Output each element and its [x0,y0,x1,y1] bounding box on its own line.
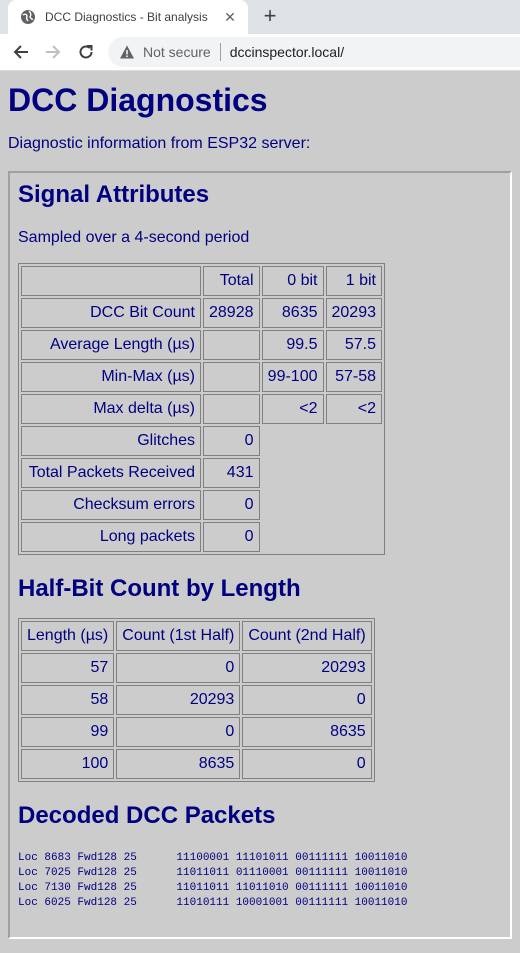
table-cell: 57.5 [325,330,382,360]
table-cell: 0 [203,426,260,456]
table-header: Length (µs) [21,621,115,651]
warning-icon[interactable] [119,44,135,60]
empty-cell [262,522,324,552]
table-cell [203,362,260,392]
table-row: Total Packets Received 431 [21,458,382,488]
page-title: DCC Diagnostics [8,82,268,118]
empty-cell [326,490,383,520]
row-label: Max delta (µs) [21,394,201,424]
row-label: Average Length (µs) [21,330,201,360]
table-cell: 57-58 [325,362,382,392]
url-text[interactable]: dccinspector.local/ [230,44,344,60]
halfbit-table: Length (µs) Count (1st Half) Count (2nd … [18,618,375,782]
table-header: Count (2nd Half) [242,621,372,651]
intro-text: Diagnostic information from ESP32 server… [8,135,311,152]
table-cell [203,394,260,424]
back-button[interactable] [11,42,31,62]
table-cell: 8635 [261,298,324,328]
browser-toolbar: Not secure dccinspector.local/ [0,34,520,71]
table-row: 57 0 20293 [21,653,372,683]
tab-title: DCC Diagnostics - Bit analysis [45,10,208,24]
empty-cell [326,426,383,456]
table-cell: 57 [21,653,115,683]
table-row: DCC Bit Count 28928 8635 20293 [21,298,382,328]
table-cell: 58 [21,685,115,715]
row-label: Min-Max (µs) [21,362,201,392]
table-header: Count (1st Half) [116,621,241,651]
back-arrow-icon [13,45,28,59]
packet-line: Loc 7025 Fwd128 25 11011011 01110001 001… [18,867,408,879]
table-row: Length (µs) Count (1st Half) Count (2nd … [21,621,372,651]
packet-line: Loc 8683 Fwd128 25 11100001 11101011 001… [18,852,408,864]
empty-cell [326,458,383,488]
table-row: 100 8635 0 [21,749,372,779]
table-cell: 8635 [116,749,241,779]
table-row: 58 20293 0 [21,685,372,715]
table-row: Average Length (µs) 99.5 57.5 [21,330,382,360]
packet-line: Loc 6025 Fwd128 25 11010111 10001001 001… [18,897,408,909]
table-cell: 0 [203,522,260,552]
packet-line: Loc 7130 Fwd128 25 11011011 11011010 001… [18,882,408,894]
signal-heading: Signal Attributes [18,181,210,208]
table-cell: 0 [242,685,372,715]
table-cell: 99 [21,717,115,747]
table-cell: 8635 [242,717,372,747]
table-cell: 20293 [116,685,241,715]
table-cell: 20293 [242,653,372,683]
packet-list: Loc 8683 Fwd128 25 11100001 11101011 001… [18,851,502,911]
table-cell: 0 [116,717,241,747]
table-row: 99 0 8635 [21,717,372,747]
table-row: Glitches 0 [21,426,382,456]
table-cell: 99.5 [261,330,324,360]
table-row: Checksum errors 0 [21,490,382,520]
row-label: Total Packets Received [21,458,201,488]
signal-subtitle: Sampled over a 4-second period [18,229,250,246]
table-cell: 20293 [325,298,382,328]
row-label: Glitches [21,426,201,456]
row-label: DCC Bit Count [21,298,201,328]
table-cell: 0 [242,749,372,779]
table-header: 1 bit [325,266,382,296]
halfbit-heading: Half-Bit Count by Length [18,575,301,602]
empty-cell [262,490,324,520]
table-cell: <2 [325,394,382,424]
omnibox-divider [219,43,221,61]
reload-button[interactable] [76,42,96,62]
table-row: Total 0 bit 1 bit [21,266,382,296]
table-cell: 28928 [203,298,260,328]
table-cell: 0 [203,490,260,520]
table-header: 0 bit [261,266,324,296]
forward-arrow-icon [46,45,61,59]
diagnostics-panel: Signal Attributes Sampled over a 4-secon… [8,171,512,939]
empty-cell [262,458,324,488]
signal-table: Total 0 bit 1 bit DCC Bit Count 28928 86… [18,263,385,555]
table-cell: 100 [21,749,115,779]
table-row: Long packets 0 [21,522,382,552]
row-label: Checksum errors [21,490,201,520]
empty-cell [262,426,324,456]
new-tab-button[interactable]: + [258,5,282,29]
empty-cell [326,522,383,552]
table-row: Max delta (µs) <2 <2 [21,394,382,424]
packets-heading: Decoded DCC Packets [18,802,276,829]
table-cell: 431 [203,458,260,488]
table-cell: 99-100 [261,362,324,392]
tab-strip: DCC Diagnostics - Bit analysis ✕ + [0,0,520,34]
address-bar[interactable]: Not secure dccinspector.local/ [108,37,520,67]
table-cell [21,266,201,296]
globe-icon [20,9,36,25]
table-row: Min-Max (µs) 99-100 57-58 [21,362,382,392]
table-cell: 0 [116,653,241,683]
page-content: DCC Diagnostics Diagnostic information f… [0,71,520,939]
browser-tab[interactable]: DCC Diagnostics - Bit analysis ✕ [8,0,248,34]
reload-icon [79,45,93,59]
table-cell [203,330,260,360]
row-label: Long packets [21,522,201,552]
table-header: Total [203,266,260,296]
table-cell: <2 [261,394,324,424]
close-tab-icon[interactable]: ✕ [222,9,238,25]
security-label[interactable]: Not secure [143,44,211,60]
forward-button[interactable] [43,42,63,62]
